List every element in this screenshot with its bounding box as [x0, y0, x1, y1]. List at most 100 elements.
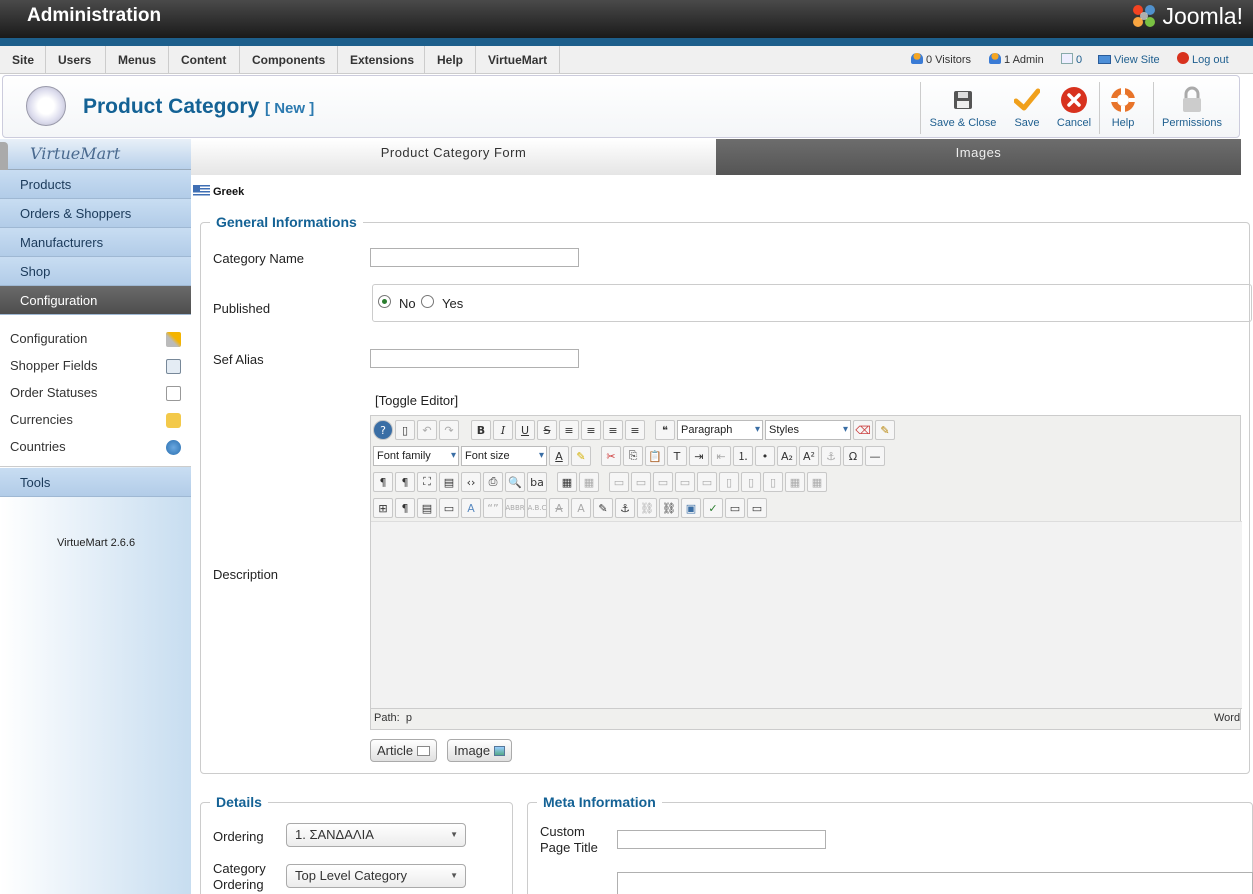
- joomla-logo[interactable]: Joomla!: [1130, 2, 1243, 30]
- ordering-select[interactable]: 1. ΣΑΝΔΑΛΙΑ: [286, 823, 466, 847]
- submenu-currencies[interactable]: Currencies: [10, 412, 73, 427]
- save-button[interactable]: Save: [1004, 78, 1050, 134]
- bold-icon[interactable]: B: [471, 420, 491, 440]
- rtl-icon[interactable]: ¶: [395, 472, 415, 492]
- insert-row-before-icon[interactable]: ▭: [653, 472, 673, 492]
- menu-site[interactable]: Site: [0, 46, 46, 74]
- sidebar-item-manufacturers[interactable]: Manufacturers: [0, 228, 191, 257]
- paste-icon[interactable]: 📋: [645, 446, 665, 466]
- unlink-icon[interactable]: ⛓: [637, 498, 657, 518]
- italic-icon[interactable]: I: [493, 420, 513, 440]
- align-center-icon[interactable]: ≡: [581, 420, 601, 440]
- read-more-icon[interactable]: ▭: [747, 498, 767, 518]
- category-ordering-select[interactable]: Top Level Category: [286, 864, 466, 888]
- ordered-list-icon[interactable]: ⒈: [733, 446, 753, 466]
- table-cell-props-icon[interactable]: ▭: [631, 472, 651, 492]
- unordered-list-icon[interactable]: •: [755, 446, 775, 466]
- insertion-icon[interactable]: A: [571, 498, 591, 518]
- menu-help[interactable]: Help: [425, 46, 476, 74]
- highlight-color-icon[interactable]: ✎: [571, 446, 591, 466]
- help-icon[interactable]: ?: [373, 420, 393, 440]
- align-right-icon[interactable]: ≡: [625, 420, 645, 440]
- help-button[interactable]: Help: [1101, 78, 1145, 134]
- acronym-icon[interactable]: A.B.C: [527, 498, 547, 518]
- insert-row-after-icon[interactable]: ▭: [675, 472, 695, 492]
- fullscreen-icon[interactable]: ⛶: [417, 472, 437, 492]
- sidebar-item-configuration[interactable]: Configuration: [0, 286, 191, 315]
- article-button[interactable]: Article: [370, 739, 437, 762]
- menu-components[interactable]: Components: [240, 46, 338, 74]
- page-break-icon[interactable]: ▭: [725, 498, 745, 518]
- insert-col-after-icon[interactable]: ▯: [741, 472, 761, 492]
- cut-icon[interactable]: ✂: [601, 446, 621, 466]
- split-cells-icon[interactable]: ▦: [785, 472, 805, 492]
- paste-text-icon[interactable]: T: [667, 446, 687, 466]
- cleanup-broom-icon[interactable]: ✎: [875, 420, 895, 440]
- undo-icon[interactable]: ↶: [417, 420, 437, 440]
- link-icon[interactable]: ⛓: [659, 498, 679, 518]
- menu-content[interactable]: Content: [169, 46, 240, 74]
- table-row-props-icon[interactable]: ▭: [609, 472, 629, 492]
- indent-icon[interactable]: ⇥: [689, 446, 709, 466]
- subscript-icon[interactable]: A₂: [777, 446, 797, 466]
- strikethrough-icon[interactable]: S: [537, 420, 557, 440]
- styles-select[interactable]: Styles: [765, 420, 851, 440]
- special-character-icon[interactable]: Ω: [843, 446, 863, 466]
- deletion-icon[interactable]: A: [549, 498, 569, 518]
- outdent-icon[interactable]: ⇤: [711, 446, 731, 466]
- editor-content-area[interactable]: [371, 521, 1242, 709]
- anchor-icon[interactable]: ⚓: [615, 498, 635, 518]
- menu-virtuemart[interactable]: VirtueMart: [476, 46, 560, 74]
- show-blocks-icon[interactable]: ¶: [395, 498, 415, 518]
- align-justify-icon[interactable]: ≡: [559, 420, 579, 440]
- meta-description-textarea[interactable]: [617, 872, 1253, 894]
- spellcheck-icon[interactable]: ✓: [703, 498, 723, 518]
- sidebar-item-shop[interactable]: Shop: [0, 257, 191, 286]
- visual-aid-icon[interactable]: ⊞: [373, 498, 393, 518]
- custom-page-title-input[interactable]: [617, 830, 826, 849]
- tab-images[interactable]: Images: [716, 139, 1241, 175]
- submenu-order-statuses[interactable]: Order Statuses: [10, 385, 97, 400]
- messages-status[interactable]: 0: [1061, 46, 1082, 74]
- cite-icon[interactable]: “”: [483, 498, 503, 518]
- category-name-input[interactable]: [370, 248, 579, 267]
- style-props-icon[interactable]: A: [461, 498, 481, 518]
- delete-col-icon[interactable]: ▯: [763, 472, 783, 492]
- merge-cells-icon[interactable]: ▦: [807, 472, 827, 492]
- blockquote-icon[interactable]: ❝: [655, 420, 675, 440]
- print-icon[interactable]: ⎙: [483, 472, 503, 492]
- align-left-icon[interactable]: ≡: [603, 420, 623, 440]
- menu-users[interactable]: Users: [46, 46, 106, 74]
- toggle-editor-link[interactable]: [Toggle Editor]: [375, 393, 458, 408]
- permissions-button[interactable]: Permissions: [1158, 78, 1226, 134]
- submenu-configuration[interactable]: Configuration: [10, 331, 87, 346]
- format-select[interactable]: Paragraph: [677, 420, 763, 440]
- published-yes-radio[interactable]: [421, 295, 434, 308]
- source-code-icon[interactable]: ‹›: [461, 472, 481, 492]
- new-document-icon[interactable]: ▯: [395, 420, 415, 440]
- sidebar-item-products[interactable]: Products: [0, 170, 191, 199]
- submenu-shopper-fields[interactable]: Shopper Fields: [10, 358, 97, 373]
- template-icon[interactable]: ▤: [417, 498, 437, 518]
- copy-icon[interactable]: ⎘: [623, 446, 643, 466]
- abbr-icon[interactable]: ABBR: [505, 498, 525, 518]
- tab-product-category-form[interactable]: Product Category Form: [191, 139, 716, 175]
- text-color-icon[interactable]: A: [549, 446, 569, 466]
- ltr-icon[interactable]: ¶: [373, 472, 393, 492]
- sef-alias-input[interactable]: [370, 349, 579, 368]
- attributes-icon[interactable]: ✎: [593, 498, 613, 518]
- view-site-link[interactable]: View Site: [1098, 46, 1160, 74]
- delete-table-icon[interactable]: ▦: [579, 472, 599, 492]
- redo-icon[interactable]: ↷: [439, 420, 459, 440]
- superscript-icon[interactable]: A²: [799, 446, 819, 466]
- preview-icon[interactable]: ▤: [439, 472, 459, 492]
- insert-layer-icon[interactable]: ▭: [439, 498, 459, 518]
- delete-row-icon[interactable]: ▭: [697, 472, 717, 492]
- sidebar-item-tools[interactable]: Tools: [0, 468, 191, 497]
- image-button[interactable]: Image: [447, 739, 512, 762]
- insert-table-icon[interactable]: ▦: [557, 472, 577, 492]
- anchor-disabled-icon[interactable]: ⚓: [821, 446, 841, 466]
- menu-menus[interactable]: Menus: [106, 46, 169, 74]
- font-size-select[interactable]: Font size: [461, 446, 547, 466]
- eraser-icon[interactable]: ⌫: [853, 420, 873, 440]
